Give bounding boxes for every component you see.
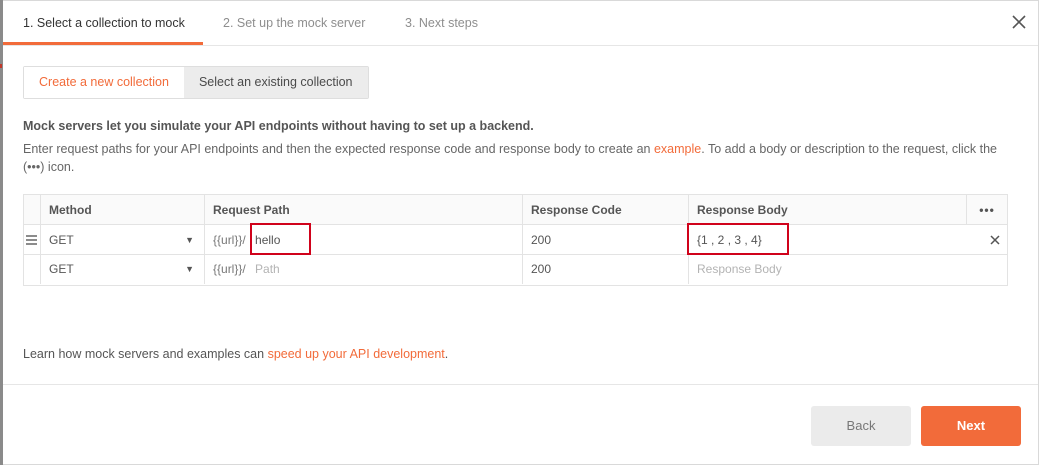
footer-end: . [444,347,449,361]
more-options-icon[interactable]: ••• [966,195,1007,225]
back-button[interactable]: Back [811,406,911,446]
footer-text: Learn how mock servers and examples can [23,347,268,361]
delete-row-icon[interactable] [966,225,1007,255]
response-code-header: Response Code [522,195,688,225]
step-3-tab[interactable]: 3. Next steps [405,1,478,45]
close-icon[interactable] [1008,11,1030,33]
path-highlight-box [250,223,311,255]
response-code-input[interactable]: 200 [522,225,688,255]
request-path-cell: {{url}}/ Path [204,255,522,284]
window-edge [0,0,3,465]
url-prefix: {{url}}/ [213,233,246,247]
footer-note: Learn how mock servers and examples can … [23,347,448,361]
next-button[interactable]: Next [921,406,1021,446]
response-code-input[interactable]: 200 [522,255,688,284]
select-existing-collection-tab[interactable]: Select an existing collection [183,67,368,98]
drag-column-empty [24,255,40,284]
request-table: Method Request Path Response Code Respon… [23,194,1008,286]
footer-divider [1,384,1038,385]
method-value: GET [49,262,74,276]
method-select[interactable]: GET ▼ [40,225,204,255]
mock-server-dialog: 1. Select a collection to mock 2. Set up… [0,0,1039,465]
chevron-down-icon: ▼ [185,264,194,274]
intro-text-before: Enter request paths for your API endpoin… [23,142,654,156]
body-highlight-box [687,223,789,255]
request-path-header: Request Path [204,195,522,225]
intro-heading: Mock servers let you simulate your API e… [23,119,534,133]
step-2-tab[interactable]: 2. Set up the mock server [223,1,365,45]
method-value: GET [49,233,74,247]
create-new-collection-tab[interactable]: Create a new collection [24,67,184,98]
response-body-header: Response Body [688,195,966,225]
request-path-input[interactable]: Path [255,262,280,276]
drag-column-header [24,195,40,225]
drag-handle-icon[interactable] [24,225,40,255]
response-body-input[interactable]: Response Body [688,255,1007,284]
speed-up-link[interactable]: speed up your API development [268,347,445,361]
step-1-tab[interactable]: 1. Select a collection to mock [23,1,185,45]
example-link[interactable]: example [654,142,701,156]
method-select[interactable]: GET ▼ [40,255,204,284]
method-header: Method [40,195,204,225]
url-prefix: {{url}}/ [213,262,246,276]
window-edge-marker [0,64,2,68]
chevron-down-icon: ▼ [185,235,194,245]
step-navigation: 1. Select a collection to mock 2. Set up… [1,1,1038,46]
intro-text: Enter request paths for your API endpoin… [23,140,1013,176]
collection-source-toggle: Create a new collection Select an existi… [23,66,369,99]
active-step-indicator [1,42,203,45]
